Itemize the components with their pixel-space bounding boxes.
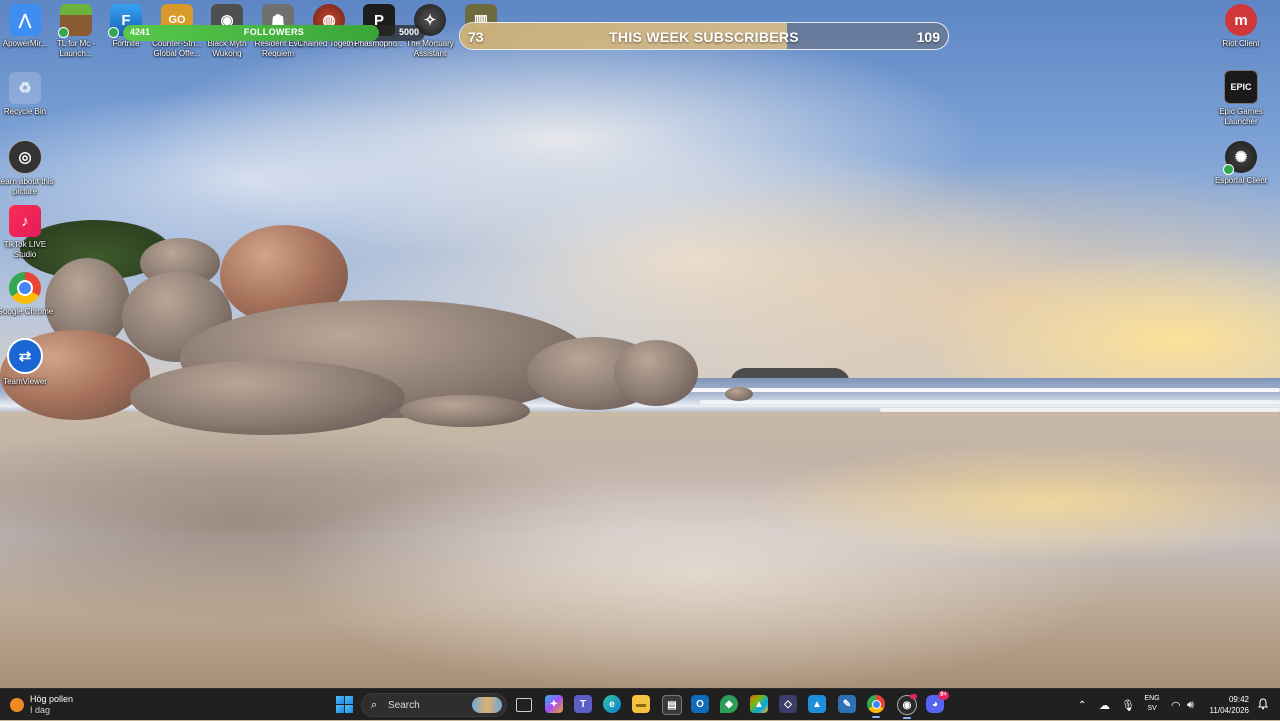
- esportal-icon: ✺: [1223, 141, 1257, 175]
- language-line-2: SV: [1147, 705, 1157, 712]
- followers-goal: 5000: [398, 27, 419, 37]
- desktop-icon-chrome[interactable]: Google Chrome: [0, 272, 57, 317]
- search-placeholder: Search: [388, 700, 420, 711]
- taskbar-chrome-button[interactable]: [867, 695, 885, 718]
- copilot-icon: ✦: [549, 698, 559, 710]
- taskbar-copilot-button[interactable]: ✦: [545, 695, 563, 713]
- clock-time: 09:42: [1228, 695, 1249, 704]
- minecraft-grass-block-icon: [58, 4, 92, 38]
- desktop-icon-tiktok-live[interactable]: ♪ TikTok LIVE Studio: [0, 205, 57, 260]
- desktop-icon-learn-about-picture[interactable]: ◎ Learn about this picture: [0, 140, 57, 197]
- riot-client-icon: m: [1225, 4, 1257, 36]
- microphone-icon: 🎙︎: [1121, 699, 1135, 712]
- outlook-icon: O: [696, 698, 704, 710]
- microsoft-365-icon: ▲: [754, 698, 764, 710]
- desktop-icon-teamviewer[interactable]: ⇄ TeamViewer: [0, 338, 57, 387]
- search-icon: ⌕: [371, 699, 378, 711]
- volume-icon: 🔊︎: [1187, 698, 1194, 711]
- chevron-up-icon: ⌃: [1078, 699, 1087, 711]
- desktop-icon-label: Google Chrome: [0, 307, 54, 316]
- notification-bell-icon[interactable]: [1257, 698, 1269, 710]
- wallpaper-beach: [0, 412, 1280, 688]
- weather-title: Hög pollen: [30, 694, 74, 704]
- taskbar-teams-button[interactable]: T: [574, 695, 592, 713]
- desktop-icon-label: TeamViewer: [3, 377, 47, 386]
- windows-logo-icon: [336, 696, 344, 704]
- desktop-icon-riot-client[interactable]: m Riot Client: [1209, 4, 1273, 49]
- clock-date: 11/04/2026: [1209, 706, 1249, 715]
- search-highlight-icon: [472, 697, 502, 713]
- teamviewer-icon: ⇄: [7, 338, 43, 374]
- taskbar-store-button[interactable]: ▤: [662, 695, 682, 715]
- desktop-icon-label: Learn about this picture: [0, 177, 54, 196]
- wallpaper-rock: [614, 340, 698, 406]
- weather-subtitle: I dag: [30, 705, 51, 715]
- onedrive-icon: ☁: [1099, 699, 1110, 712]
- taskbar-obs-button[interactable]: ◉: [897, 694, 917, 719]
- tray-overflow-button[interactable]: ⌃: [1078, 689, 1086, 721]
- obs-icon: ◉: [902, 699, 912, 711]
- taskbar-vpn-button[interactable]: ◆: [720, 695, 738, 713]
- recycle-bin-icon: ♻: [9, 72, 41, 104]
- apowermirror-icon: ⋀: [9, 4, 41, 36]
- taskbar-search-box[interactable]: ⌕ Search: [361, 693, 507, 717]
- discord-icon: ◕: [931, 698, 939, 710]
- taskbar-m365-button[interactable]: ▲: [750, 695, 768, 713]
- epic-games-icon: EPIC: [1224, 70, 1258, 104]
- taskbar-edge-button[interactable]: e: [603, 695, 621, 713]
- desktop-icon-epic-games[interactable]: EPIC Epic Games Launcher: [1209, 70, 1273, 127]
- desktop-icon-esportal[interactable]: ✺ Esportal Client: [1209, 141, 1273, 186]
- chrome-icon: [871, 699, 881, 709]
- edge-icon: e: [609, 698, 615, 710]
- desktop-icon-label: Riot Client: [1222, 39, 1260, 48]
- teams-icon: T: [579, 698, 587, 710]
- subscribers-title: THIS WEEK SUBSCRIBERS: [609, 29, 799, 45]
- photos-icon: ▲: [812, 698, 822, 710]
- tiktok-icon: ♪: [9, 205, 41, 237]
- taskbar-file-explorer-button[interactable]: ▬: [632, 695, 650, 713]
- tray-microphone-icon[interactable]: 🎙︎: [1121, 689, 1135, 721]
- taskbar-task-view-button[interactable]: [516, 698, 532, 712]
- language-indicator[interactable]: ENG SV: [1141, 694, 1163, 714]
- taskbar-whiteboard-button[interactable]: ✎: [838, 695, 856, 713]
- language-line-1: ENG: [1144, 695, 1160, 702]
- desktop-icon-recycle-bin[interactable]: ♻ Recycle Bin: [0, 72, 57, 117]
- wallpaper-rock: [725, 387, 753, 401]
- taskbar-visual-studio-button[interactable]: ◇: [779, 695, 797, 713]
- wallpaper-rock: [400, 395, 530, 427]
- folder-icon: ▬: [636, 698, 646, 710]
- followers-goal-bar: 4241 FOLLOWERS 5000: [123, 25, 425, 41]
- followers-title: FOLLOWERS: [243, 27, 305, 37]
- taskbar-discord-button[interactable]: ◕ 9+: [926, 691, 949, 713]
- discord-notification-badge: 9+: [938, 691, 949, 700]
- desktop-icon-label: Epic Games Launcher: [1219, 107, 1263, 126]
- desktop-wallpaper: [0, 0, 1280, 688]
- camera-icon: ◎: [8, 140, 42, 174]
- subscribers-goal-bar: 73 THIS WEEK SUBSCRIBERS 109: [459, 22, 949, 50]
- taskbar-outlook-button[interactable]: O: [691, 695, 709, 713]
- desktop-icon-label: Esportal Client: [1214, 176, 1268, 185]
- taskbar: Hög pollen I dag ⌕ Search ✦ T e ▬ ▤ O ◆ …: [0, 688, 1280, 720]
- tray-onedrive-icon[interactable]: ☁: [1099, 689, 1110, 721]
- taskbar-clock[interactable]: 09:42 11/04/2026: [1205, 694, 1249, 716]
- chrome-icon: [9, 272, 41, 304]
- weather-widget[interactable]: Hög pollen I dag: [10, 693, 73, 717]
- pollen-icon: [10, 698, 24, 712]
- wallpaper-rock: [130, 360, 405, 435]
- desktop-icon-label: TikTok LIVE Studio: [3, 240, 47, 259]
- store-icon: ▤: [667, 699, 677, 711]
- tray-wifi-icon[interactable]: ◠: [1171, 689, 1181, 721]
- taskbar-photos-button[interactable]: ▲: [808, 695, 826, 713]
- desktop-icon-label: Recycle Bin: [3, 107, 47, 116]
- tray-volume-icon[interactable]: 🔊︎: [1187, 689, 1194, 721]
- whiteboard-icon: ✎: [842, 698, 852, 710]
- shield-icon: ◆: [725, 698, 733, 710]
- wifi-icon: ◠: [1171, 699, 1181, 712]
- subscribers-goal: 109: [916, 29, 940, 45]
- visual-studio-icon: ◇: [784, 698, 792, 710]
- start-button[interactable]: [336, 696, 353, 713]
